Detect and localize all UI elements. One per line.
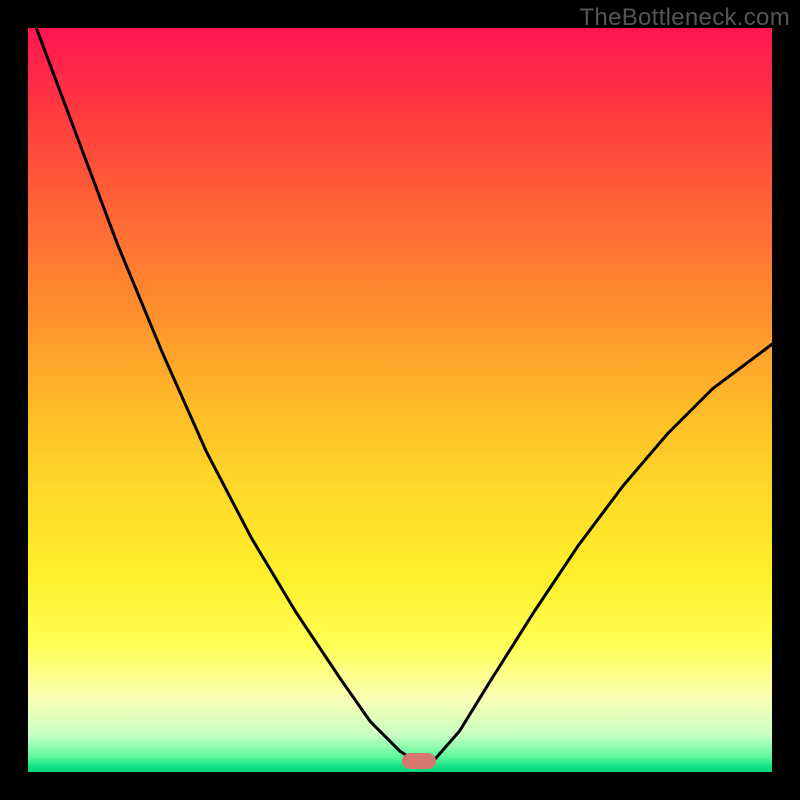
plot-area <box>28 28 772 772</box>
curve-svg <box>28 28 772 772</box>
minimum-marker <box>402 753 436 769</box>
curve-right-branch <box>434 344 773 761</box>
curve-left-branch <box>28 28 415 761</box>
chart-container: TheBottleneck.com <box>0 0 800 800</box>
watermark-text: TheBottleneck.com <box>579 4 790 32</box>
